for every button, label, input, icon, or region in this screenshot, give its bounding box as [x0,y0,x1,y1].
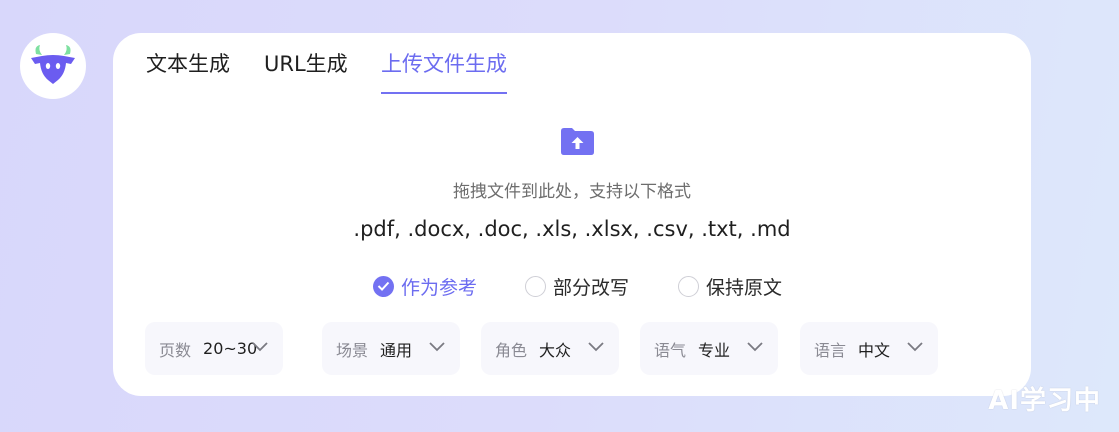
chevron-down-icon [588,342,604,352]
mode-partial-rewrite-label: 部分改写 [553,276,630,299]
select-value: 通用 [380,340,413,360]
folder-upload-icon[interactable] [559,125,596,157]
select-label: 语气 [654,340,687,360]
select-value: 专业 [698,340,731,360]
select-pages[interactable]: 页数 20~30 [145,322,283,375]
chevron-down-icon [429,342,445,352]
select-value: 中文 [858,340,891,360]
tab-upload-file[interactable]: 上传文件生成 [381,49,507,95]
radio-icon [678,275,699,297]
select-value: 20~30 [203,339,258,358]
select-language[interactable]: 语言 中文 [800,322,938,375]
select-label: 场景 [336,340,369,360]
bull-logo-icon [31,45,75,84]
select-scene[interactable]: 场景 通用 [322,322,460,375]
tab-text[interactable]: 文本生成 [146,49,230,95]
generator-card: 文本生成 URL生成 上传文件生成 拖拽文件到此处，支持以下格式 .pdf, .… [113,33,1031,396]
chevron-down-icon [747,342,763,352]
select-role[interactable]: 角色 大众 [481,322,619,375]
select-label: 语言 [814,340,847,360]
mode-partial-rewrite[interactable]: 部分改写 [525,274,630,299]
watermark: AI学习中 [988,386,1101,416]
chevron-down-icon [252,342,268,352]
mode-reference[interactable]: 作为参考 [373,274,478,299]
select-value: 大众 [539,340,572,360]
check-icon [373,275,394,297]
select-label: 页数 [159,340,192,360]
supported-formats: .pdf, .docx, .doc, .xls, .xlsx, .csv, .t… [353,217,791,241]
app-logo[interactable] [20,33,86,99]
radio-icon [525,275,546,297]
mode-reference-label: 作为参考 [401,276,478,299]
select-tone[interactable]: 语气 专业 [640,322,778,375]
mode-keep-original-label: 保持原文 [706,276,783,299]
mode-keep-original[interactable]: 保持原文 [678,274,783,299]
drop-hint: 拖拽文件到此处，支持以下格式 [453,182,691,202]
chevron-down-icon [907,342,923,352]
select-label: 角色 [495,340,528,360]
tab-url[interactable]: URL生成 [264,49,348,95]
